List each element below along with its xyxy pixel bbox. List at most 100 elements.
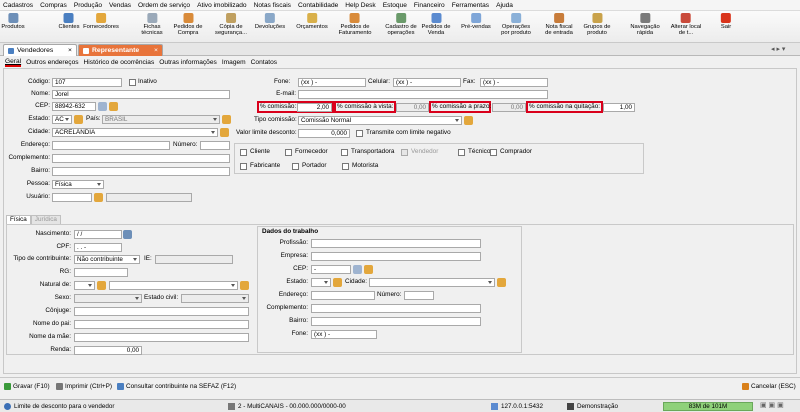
toolbar-button-10[interactable]: Pedidos de Venda [421, 13, 451, 36]
toolbar-button-8[interactable]: Pedidos de Faturamento [339, 13, 371, 36]
search-folder-icon[interactable] [240, 281, 249, 290]
menu-item-2[interactable]: Produção [74, 2, 102, 9]
menu-item-9[interactable]: Estoque [383, 2, 407, 9]
cancelar-button[interactable]: Cancelar (ESC) [742, 383, 796, 390]
transmite-checkbox[interactable] [356, 130, 363, 137]
refresh-icon[interactable] [98, 102, 107, 111]
toolbar-button-12[interactable]: Operações por produto [501, 13, 531, 36]
natural-estado-select[interactable] [74, 281, 95, 290]
menu-item-4[interactable]: Ordem de serviço [138, 2, 190, 9]
toolbar-button-1[interactable]: Clientes [59, 13, 79, 30]
trabalho-cep-field[interactable]: - [311, 265, 351, 274]
tipo-comissao-select[interactable]: Comissão Normal [298, 116, 462, 125]
subtab-contatos[interactable]: Contatos [251, 59, 277, 66]
celular-field[interactable]: (xx ) - [393, 78, 461, 87]
endereco-field[interactable] [52, 141, 170, 150]
menu-item-7[interactable]: Contabilidade [298, 2, 338, 9]
search-folder-icon[interactable] [364, 265, 373, 274]
nascimento-field[interactable]: / / [74, 230, 122, 239]
role-checkbox-2[interactable] [341, 149, 348, 156]
tipo-contribuinte-select[interactable]: Não contribuinte [74, 255, 140, 264]
toolbar-button-11[interactable]: Pré-vendas [461, 13, 491, 30]
numero-field[interactable] [200, 141, 230, 150]
consultar-sefaz-button[interactable]: Consultar contribuinte na SEFAZ (F12) [117, 383, 236, 390]
codigo-field[interactable]: 107 [52, 78, 122, 87]
cep-field[interactable]: 88942-632 [52, 102, 96, 111]
tab-representante[interactable]: Representante × [78, 44, 163, 56]
comissao-aprazo-field[interactable]: 0,00 [492, 103, 526, 112]
fax-field[interactable]: (xx ) - [480, 78, 548, 87]
calendar-icon[interactable] [123, 230, 132, 239]
complemento-field[interactable] [52, 154, 230, 163]
pais-select[interactable]: BRASIL [102, 115, 220, 124]
tab-fisica[interactable]: Física [6, 215, 31, 224]
bairro-field[interactable] [52, 167, 230, 176]
conjuge-field[interactable] [74, 307, 249, 316]
search-folder-icon[interactable] [497, 278, 506, 287]
search-folder-icon[interactable] [109, 102, 118, 111]
nome-field[interactable]: Jorel [52, 90, 230, 99]
comissao-field[interactable]: 2,00 [297, 103, 332, 112]
role-checkbox-6[interactable] [240, 163, 247, 170]
nome-mae-field[interactable] [74, 333, 249, 342]
nome-pai-field[interactable] [74, 320, 249, 329]
role-checkbox-8[interactable] [342, 163, 349, 170]
trabalho-endereco-field[interactable] [311, 291, 375, 300]
refresh-icon[interactable] [353, 265, 362, 274]
trabalho-fone-field[interactable]: (xx ) - [311, 330, 377, 339]
subtab-geral[interactable]: Geral [5, 58, 22, 67]
search-folder-icon[interactable] [94, 193, 103, 202]
search-folder-icon[interactable] [464, 116, 473, 125]
role-checkbox-3[interactable] [401, 149, 408, 156]
estado-select[interactable]: AC [52, 115, 72, 124]
tab-vendedores[interactable]: Vendedores × [3, 44, 77, 56]
tab-juridica[interactable]: Jurídica [30, 215, 61, 224]
role-checkbox-1[interactable] [285, 149, 292, 156]
tab-scroll-icons[interactable]: ◂ ▸ ▾ [771, 45, 785, 53]
role-checkbox-0[interactable] [240, 149, 247, 156]
menu-item-0[interactable]: Cadastros [3, 2, 33, 9]
trabalho-estado-select[interactable] [311, 278, 331, 287]
search-folder-icon[interactable] [74, 115, 83, 124]
menu-item-10[interactable]: Financeiro [414, 2, 445, 9]
menu-item-11[interactable]: Ferramentas [452, 2, 489, 9]
toolbar-button-13[interactable]: Nota fiscal de entrada [545, 13, 573, 36]
menu-item-5[interactable]: Ativo imobilizado [197, 2, 246, 9]
toolbar-button-4[interactable]: Pedidos de Compra [173, 13, 203, 36]
subtab-imagem[interactable]: Imagem [222, 59, 246, 66]
menu-item-8[interactable]: Help Desk [345, 2, 375, 9]
menu-item-1[interactable]: Compras [40, 2, 67, 9]
gravar-button[interactable]: Gravar (F10) [4, 383, 50, 390]
status-icons[interactable]: ▣ ▣ ▣ [760, 401, 784, 409]
cidade-select[interactable]: ACRELÂNDIA [52, 128, 218, 137]
toolbar-button-17[interactable]: Sair [721, 13, 731, 30]
toolbar-button-3[interactable]: Fichas técnicas [141, 13, 163, 36]
estado-civil-select[interactable] [181, 294, 249, 303]
natural-cidade-select[interactable] [109, 281, 238, 290]
toolbar-button-5[interactable]: Cópia de segurança... [215, 13, 247, 36]
toolbar-button-15[interactable]: Navegação rápida [630, 13, 660, 36]
comissao-avista-field[interactable]: 0,00 [396, 103, 429, 112]
trabalho-complemento-field[interactable] [311, 304, 481, 313]
fone-field[interactable]: (xx ) - [298, 78, 366, 87]
subtab-outros-enderecos[interactable]: Outros endereços [26, 59, 78, 66]
search-folder-icon[interactable] [97, 281, 106, 290]
usuario-field[interactable] [52, 193, 92, 202]
trabalho-numero-field[interactable] [404, 291, 434, 300]
menu-item-12[interactable]: Ajuda [496, 2, 513, 9]
menu-item-6[interactable]: Notas fiscais [254, 2, 291, 9]
toolbar-button-2[interactable]: Fornecedores [83, 13, 119, 30]
trabalho-bairro-field[interactable] [311, 317, 481, 326]
close-icon[interactable]: × [68, 47, 72, 54]
profissao-field[interactable] [311, 239, 481, 248]
role-checkbox-5[interactable] [490, 149, 497, 156]
toolbar-button-9[interactable]: Cadastro de operações [385, 13, 417, 36]
role-checkbox-7[interactable] [292, 163, 299, 170]
limite-desconto-field[interactable]: 0,000 [298, 129, 350, 138]
cpf-field[interactable]: . . - [74, 243, 122, 252]
comissao-quitacao-field[interactable]: 1,00 [603, 103, 635, 112]
search-folder-icon[interactable] [220, 128, 229, 137]
toolbar-button-0[interactable]: Produtos [1, 13, 25, 30]
role-checkbox-4[interactable] [458, 149, 465, 156]
menu-item-3[interactable]: Vendas [109, 2, 131, 9]
